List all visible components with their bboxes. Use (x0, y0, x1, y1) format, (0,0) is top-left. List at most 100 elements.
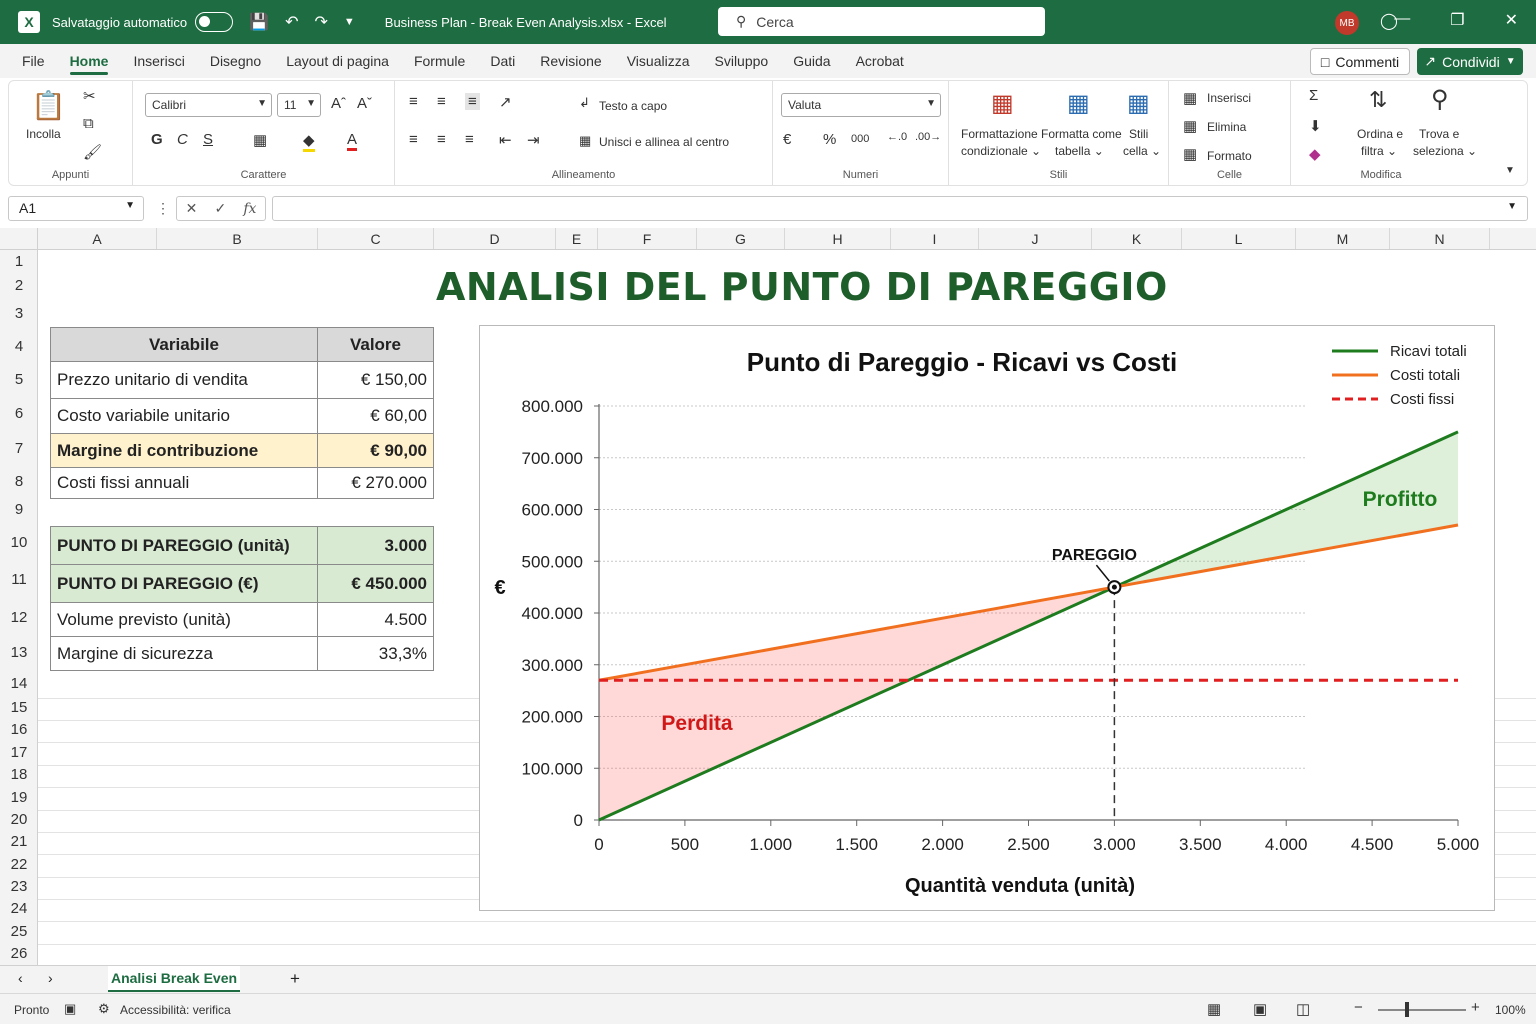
row-header[interactable]: 16 (0, 721, 38, 738)
result-value[interactable]: € 450.000 (317, 564, 434, 603)
tab-view[interactable]: Visualizza (627, 47, 690, 75)
input-value[interactable]: € 90,00 (317, 433, 434, 468)
align-top-icon[interactable]: ≡ (409, 93, 418, 110)
undo-icon[interactable]: ↶ (285, 12, 298, 32)
column-header[interactable]: D (434, 228, 556, 249)
result-label[interactable]: PUNTO DI PAREGGIO (unità) (50, 526, 318, 565)
more-options-icon[interactable]: ⋮ (156, 200, 170, 217)
comments-button[interactable]: □ Commenti (1310, 48, 1410, 75)
input-value[interactable]: € 270.000 (317, 467, 434, 499)
result-label[interactable]: Margine di sicurezza (50, 636, 318, 671)
user-avatar[interactable]: MB (1335, 11, 1359, 35)
format-cells-label[interactable]: Formato (1207, 149, 1252, 163)
result-value[interactable]: 4.500 (317, 602, 434, 637)
find-select-label-1[interactable]: Trova e (1419, 127, 1459, 141)
merge-label[interactable]: Unisci e allinea al centro (599, 135, 729, 149)
zoom-out-icon[interactable]: − (1354, 999, 1363, 1016)
tab-help[interactable]: Guida (793, 47, 830, 75)
input-label[interactable]: Margine di contribuzione (50, 433, 318, 468)
tab-review[interactable]: Revisione (540, 47, 601, 75)
copy-icon[interactable]: ⧉ (83, 115, 94, 132)
paste-label[interactable]: Incolla (26, 127, 61, 141)
number-format-dropdown[interactable]: Valuta ▼ (781, 93, 941, 117)
sort-filter-label-2[interactable]: filtra ⌄ (1361, 144, 1397, 158)
result-label[interactable]: PUNTO DI PAREGGIO (€) (50, 564, 318, 603)
merge-icon[interactable]: ▦ (579, 133, 591, 149)
add-sheet-icon[interactable]: + (290, 969, 300, 989)
result-label[interactable]: Volume previsto (unità) (50, 602, 318, 637)
row-header[interactable]: 5 (0, 371, 38, 388)
page-break-view-icon[interactable]: ◫ (1296, 1000, 1310, 1018)
save-icon[interactable]: 💾 (249, 12, 269, 32)
autosave-toggle[interactable] (195, 12, 234, 32)
share-button[interactable]: ↗ Condividi ▼ (1417, 48, 1523, 75)
insert-function-icon[interactable]: fx (243, 201, 256, 217)
underline-button[interactable]: S (203, 131, 213, 148)
row-header[interactable]: 19 (0, 789, 38, 806)
font-color-icon[interactable]: A (347, 131, 358, 151)
font-name-dropdown[interactable]: Calibri ▼ (145, 93, 272, 117)
sort-filter-icon[interactable]: ⇅ (1369, 87, 1387, 113)
zoom-level[interactable]: 100% (1495, 1003, 1526, 1017)
currency-button[interactable]: € (783, 131, 791, 148)
sheet-tab-active[interactable]: Analisi Break Even (108, 966, 240, 992)
column-header[interactable]: A (38, 228, 157, 249)
align-right-icon[interactable]: ≡ (465, 131, 474, 148)
cell-styles-icon[interactable]: ▦ (1127, 89, 1150, 118)
break-even-chart[interactable]: Punto di Pareggio - Ricavi vs Costi 0 100.… (479, 325, 1495, 911)
column-header[interactable]: G (697, 228, 785, 249)
fill-icon[interactable]: ⬇ (1309, 117, 1322, 135)
column-header[interactable]: K (1092, 228, 1182, 249)
minimize-icon[interactable]: — (1394, 10, 1410, 30)
tab-file[interactable]: File (22, 47, 45, 75)
column-header[interactable]: J (979, 228, 1092, 249)
format-table-label-2[interactable]: tabella ⌄ (1055, 144, 1104, 158)
tab-page-layout[interactable]: Layout di pagina (286, 47, 389, 75)
tab-formulas[interactable]: Formule (414, 47, 465, 75)
prev-sheet-icon[interactable]: ‹ (18, 970, 23, 986)
input-value[interactable]: € 150,00 (317, 361, 434, 399)
row-header[interactable]: 8 (0, 473, 38, 490)
column-header[interactable]: F (598, 228, 697, 249)
sheet-title[interactable]: ANALISI DEL PUNTO DI PAREGGIO (436, 265, 1168, 309)
row-header[interactable]: 24 (0, 900, 38, 917)
row-header[interactable]: 17 (0, 744, 38, 761)
format-table-icon[interactable]: ▦ (1067, 89, 1090, 118)
select-all-corner[interactable] (0, 228, 38, 250)
enter-icon[interactable]: ✓ (214, 200, 226, 217)
increase-decimal-icon[interactable]: ←.0 (887, 131, 907, 143)
name-box[interactable]: A1 ▼ (8, 196, 144, 221)
conditional-format-label-1[interactable]: Formattazione (961, 127, 1038, 141)
decrease-font-icon[interactable]: Aˇ (357, 95, 372, 112)
row-header[interactable]: 11 (0, 571, 38, 588)
row-header[interactable]: 15 (0, 699, 38, 716)
row-header[interactable]: 21 (0, 833, 38, 850)
tab-home[interactable]: Home (69, 47, 108, 75)
result-value[interactable]: 3.000 (317, 526, 434, 565)
column-header[interactable]: E (556, 228, 598, 249)
wrap-text-icon[interactable]: ↲ (579, 95, 590, 111)
conditional-format-icon[interactable]: ▦ (991, 89, 1014, 118)
close-icon[interactable]: ✕ (1505, 10, 1518, 30)
formula-input[interactable]: ▼ (272, 196, 1528, 221)
row-header[interactable]: 2 (0, 277, 38, 294)
row-header[interactable]: 10 (0, 534, 38, 551)
zoom-in-icon[interactable]: + (1471, 999, 1480, 1016)
zoom-slider-handle[interactable] (1405, 1002, 1409, 1017)
normal-view-icon[interactable]: ▦ (1207, 1000, 1221, 1018)
decrease-indent-icon[interactable]: ⇤ (499, 131, 512, 149)
percent-button[interactable]: % (823, 131, 836, 148)
column-header[interactable]: C (318, 228, 434, 249)
input-label[interactable]: Costo variabile unitario (50, 398, 318, 434)
result-value[interactable]: 33,3% (317, 636, 434, 671)
row-header[interactable]: 18 (0, 766, 38, 783)
row-header[interactable]: 3 (0, 305, 38, 322)
input-label[interactable]: Prezzo unitario di vendita (50, 361, 318, 399)
input-value[interactable]: € 60,00 (317, 398, 434, 434)
header-value[interactable]: Valore (317, 327, 434, 362)
row-header[interactable]: 1 (0, 253, 38, 270)
row-header[interactable]: 4 (0, 338, 38, 355)
input-label[interactable]: Costi fissi annuali (50, 467, 318, 499)
format-cells-icon[interactable]: ▦ (1183, 145, 1197, 163)
cell-styles-label-2[interactable]: cella ⌄ (1123, 144, 1161, 158)
